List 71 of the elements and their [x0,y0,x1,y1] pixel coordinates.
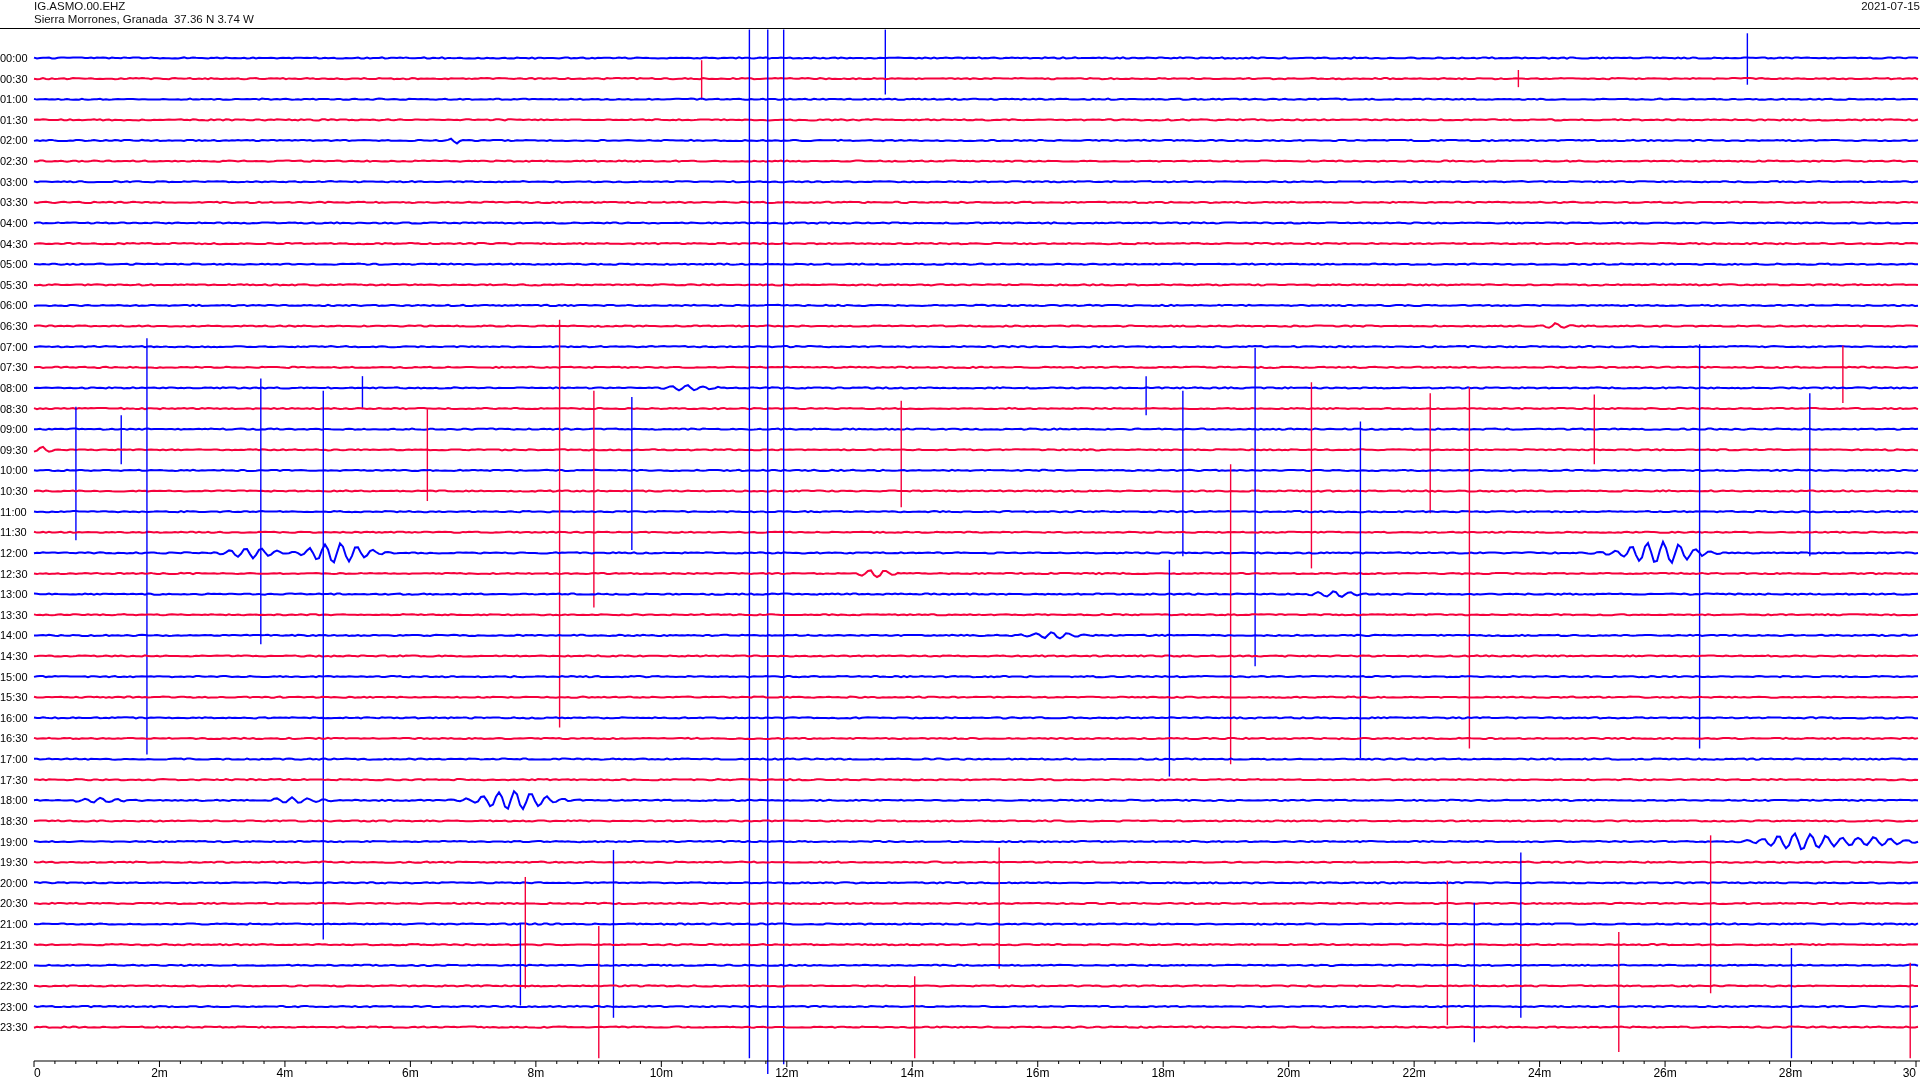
axis-tick-label: 22m [1402,1066,1426,1079]
time-label: 17:00 [0,753,28,766]
time-label: 09:00 [0,423,28,436]
axis-tick-label: 28m [1778,1066,1803,1079]
time-label: 05:00 [0,258,28,271]
seismic-spike [361,375,364,410]
time-label: 06:00 [0,299,28,312]
time-label: 12:30 [0,567,28,580]
time-label: 02:30 [0,155,28,168]
time-label: 04:30 [0,237,28,250]
time-label: 18:30 [0,814,28,827]
seismic-spike [700,59,703,101]
time-label: 14:30 [0,650,28,662]
time-label: 11:00 [0,505,27,518]
time-label: 19:30 [0,856,28,869]
time-label: 01:00 [0,93,28,106]
time-label: 20:00 [0,876,28,889]
axis-tick-label: 20m [1277,1066,1301,1079]
time-label: 07:00 [0,340,28,353]
axis-tick-label: 30 [1902,1066,1916,1079]
time-label: 12:00 [0,546,28,559]
time-label: 08:30 [0,402,28,415]
axis-tick-label: 16m [1026,1066,1050,1079]
axis-tick-label: 8m [527,1066,545,1079]
axis-tick-label: 26m [1653,1066,1677,1079]
time-label: 21:00 [0,918,28,931]
plot-date: 2021-07-15 [1861,0,1920,14]
time-label: 23:00 [0,1000,28,1013]
time-label: 05:30 [0,278,28,291]
time-label: 00:30 [0,72,28,85]
time-label: 06:30 [0,320,28,333]
time-label: 14:00 [0,629,28,642]
time-label: 17:30 [0,773,28,786]
time-label: 01:30 [0,113,28,126]
time-label: 10:30 [0,485,28,497]
time-label: 16:30 [0,732,28,745]
station-code: IG.ASMO.00.EHZ [34,0,127,13]
seismic-spike [1746,32,1749,86]
axis-tick-label: 14m [900,1066,924,1079]
time-label: 02:00 [0,134,28,147]
axis-tick-label: 4m [276,1066,294,1079]
axis-tick-label: 18m [1151,1066,1175,1079]
time-label: 04:00 [0,216,28,229]
axis-tick-label: 0 [34,1066,41,1079]
time-label: 22:30 [0,979,28,992]
time-label: 15:30 [0,691,28,704]
seismic-spike [1517,69,1520,88]
time-label: 09:30 [0,443,28,456]
time-label: 20:30 [0,897,28,910]
time-label: 19:00 [0,835,28,848]
axis-tick-label: 10m [649,1066,673,1079]
time-label: 21:30 [0,938,28,951]
time-label: 00:00 [0,52,28,64]
axis-tick-label: 24m [1527,1066,1552,1079]
time-label: 18:00 [0,794,28,807]
time-label: 07:30 [0,361,28,374]
time-label: 23:30 [0,1021,28,1034]
time-label: 10:00 [0,464,28,477]
time-label: 22:00 [0,959,28,972]
time-label: 15:00 [0,670,28,683]
axis-tick-label: 12m [775,1066,799,1079]
time-label: 11:30 [0,526,27,539]
axis-tick-label: 6m [402,1066,419,1079]
time-label: 16:00 [0,711,28,724]
time-label: 03:00 [0,175,28,188]
time-label: 03:30 [0,196,28,209]
time-label: 13:30 [0,608,28,621]
time-label: 08:00 [0,381,28,394]
station-location: Sierra Morrones, Granada 37.36 N 3.74 W [34,13,254,26]
axis-tick-label: 2m [151,1066,168,1079]
time-label: 13:00 [0,588,28,601]
